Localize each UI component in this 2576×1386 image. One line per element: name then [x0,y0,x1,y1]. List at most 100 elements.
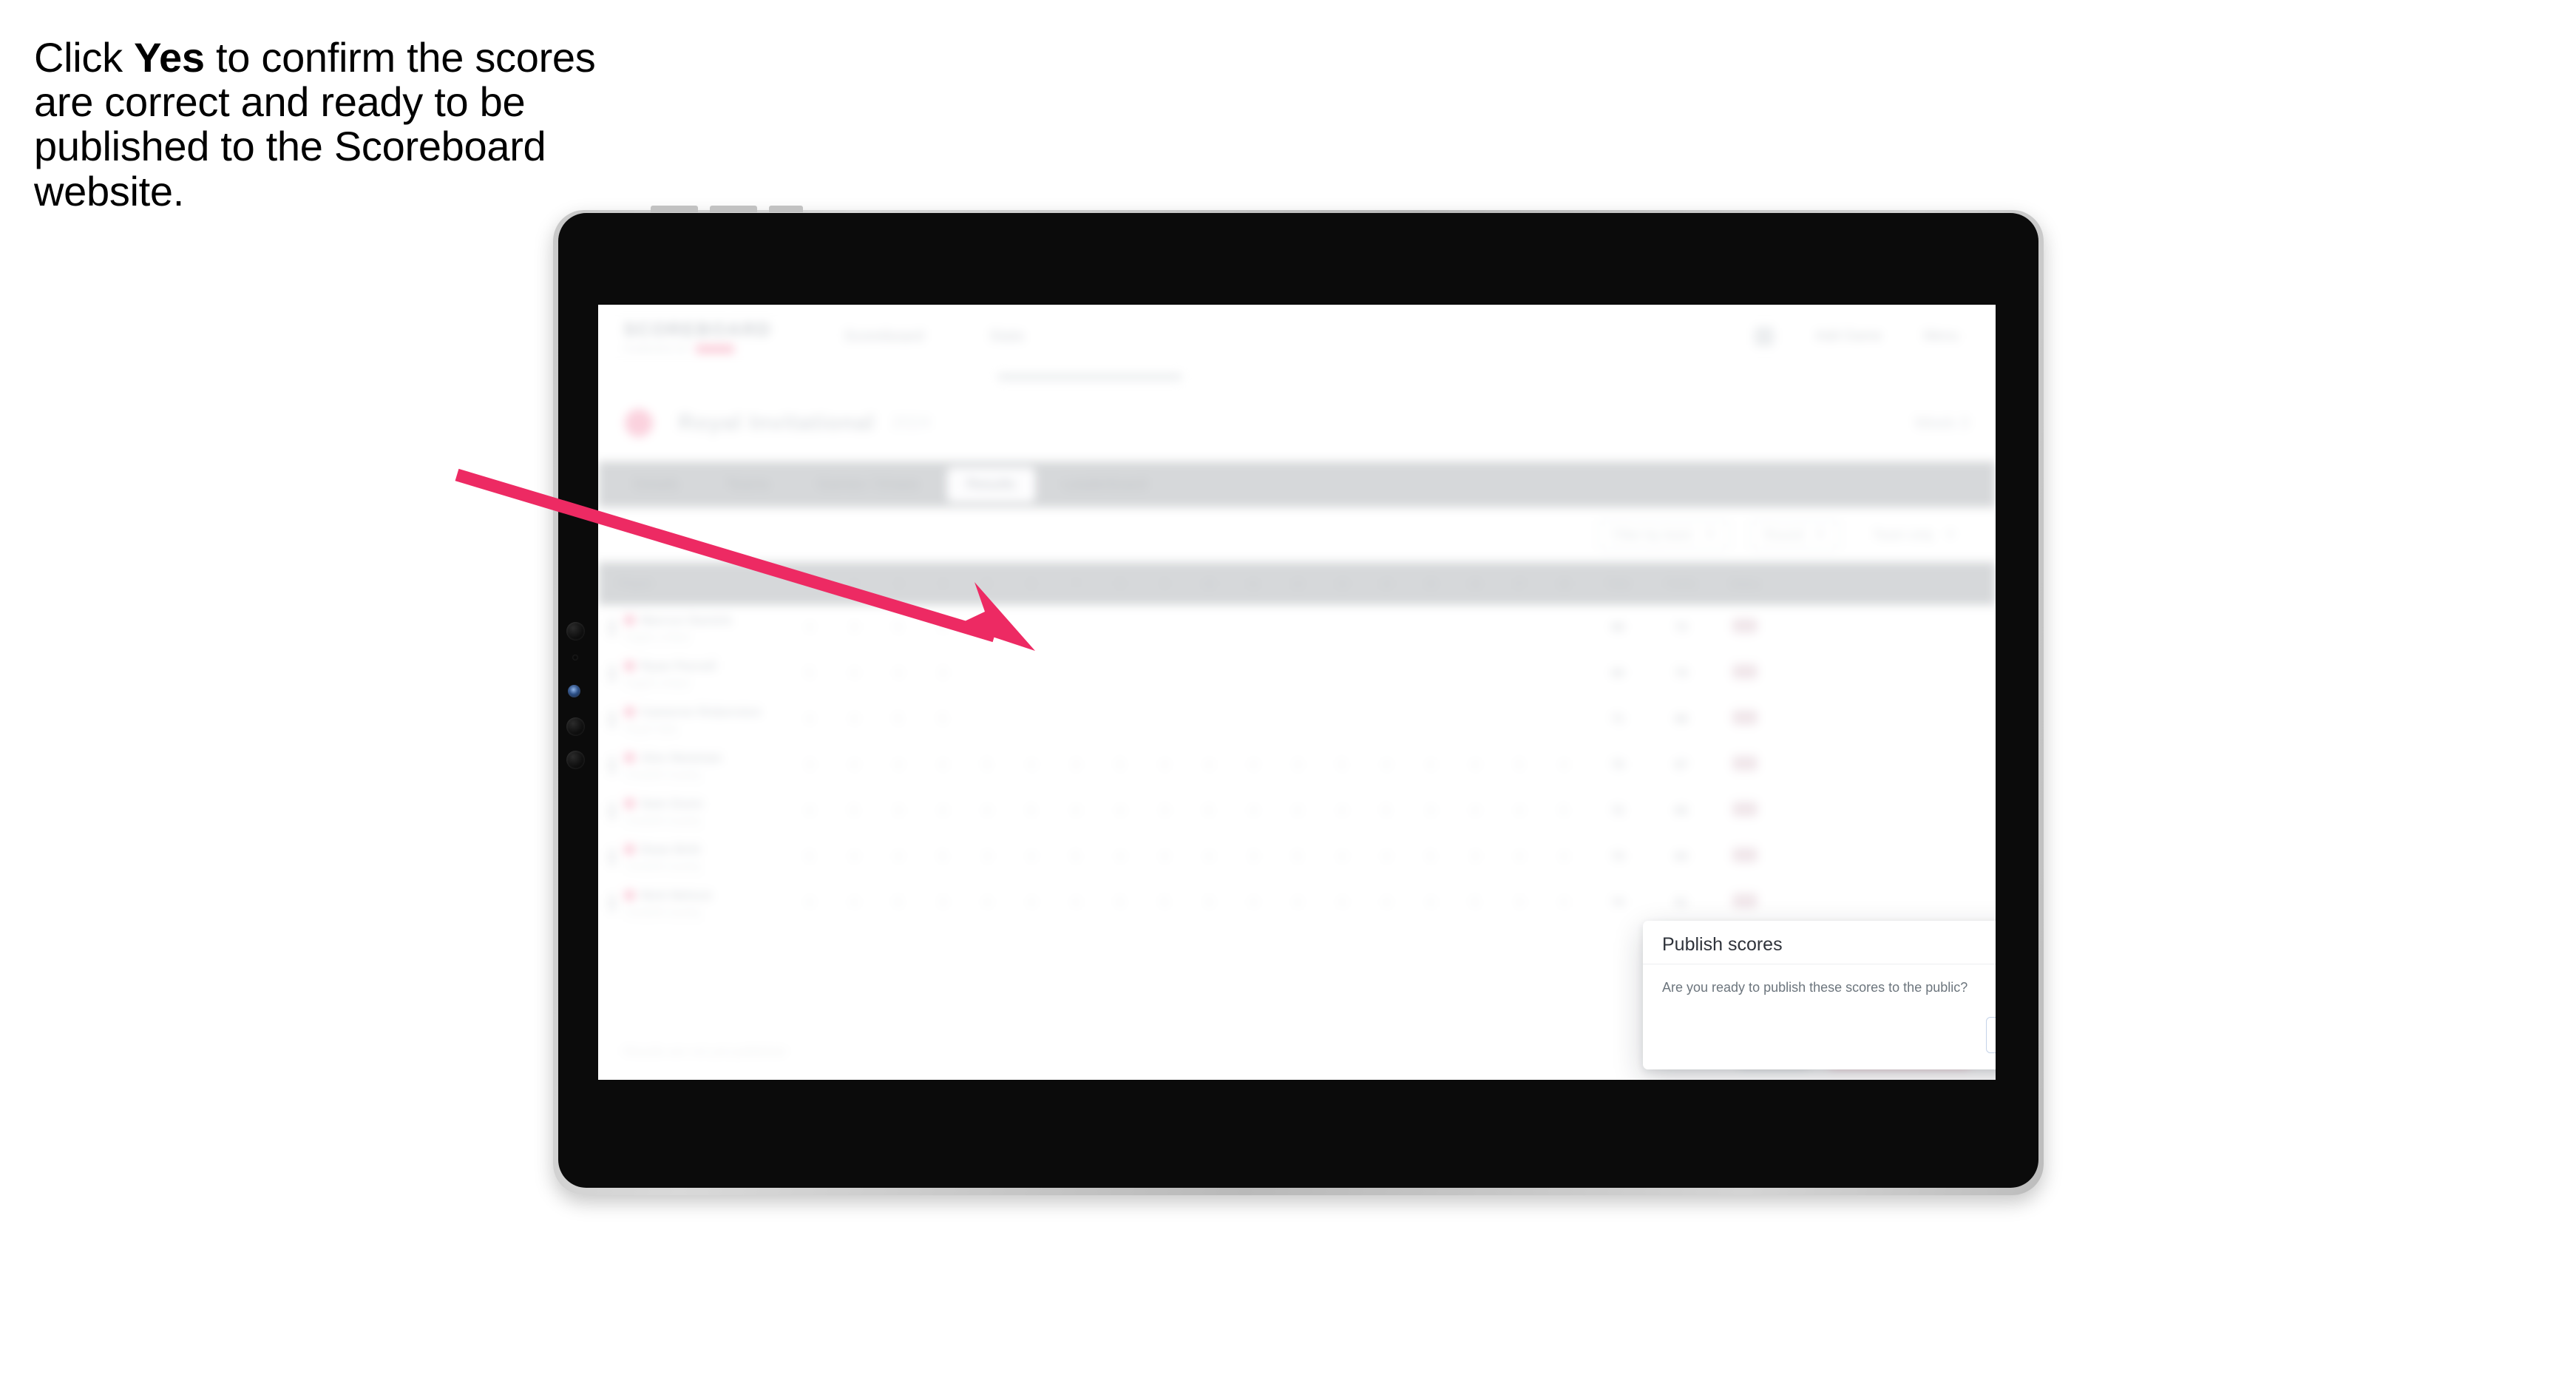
cell-score[interactable]: 4 [1142,759,1187,772]
cell-score[interactable]: 4 [1320,805,1364,818]
cell-score[interactable]: 3 [1231,851,1275,864]
cell-score[interactable]: 5 [1187,805,1231,818]
table-row[interactable]: Marcus Daniels Eagles United 4 3 5 4 68 72 [598,605,1996,651]
tab-leaderboard[interactable]: Leaderboard [1044,467,1166,502]
filter-teamonly-toggle[interactable]: Team only [1860,520,1969,550]
cell-score[interactable]: 4 [1187,759,1231,772]
table-row[interactable]: Cameron Roberston Royal Oaks 4 4 5 5 71 68 [598,697,1996,743]
cell-score[interactable]: 4 [965,805,1009,818]
cancel-button[interactable]: Cancel [1985,1017,1996,1053]
cell-score[interactable]: 3 [832,621,876,635]
table-row[interactable]: Ryan Parnell Eagles United 5 4 4 3 69 70 [598,651,1996,697]
cell-score[interactable]: 4 [1231,805,1275,818]
cell-score[interactable]: 4 [1009,896,1054,910]
nav-item-scoreboard[interactable]: Scoreboard [844,328,924,345]
cell-score[interactable]: 4 [965,896,1009,910]
cell-score[interactable]: 5 [1409,851,1453,864]
cell-score[interactable]: 5 [1542,805,1586,818]
cell-score[interactable]: 4 [1275,896,1320,910]
cell-score[interactable]: 5 [787,851,832,864]
cell-score[interactable]: 3 [921,896,965,910]
cell-score[interactable]: 4 [876,851,921,864]
drag-handle-icon[interactable] [609,848,616,866]
drag-handle-icon[interactable] [609,893,616,912]
cell-score[interactable]: 4 [1231,896,1275,910]
cell-score[interactable]: 4 [1142,851,1187,864]
cell-score[interactable]: 5 [1054,851,1098,864]
cell-score[interactable]: 4 [787,896,832,910]
cell-score[interactable]: 3 [1142,805,1187,818]
cell-score[interactable]: 5 [1142,896,1187,910]
cell-score[interactable]: 5 [876,896,921,910]
cell-score[interactable]: 4 [787,621,832,635]
cell-score[interactable]: 4 [921,759,965,772]
table-row[interactable]: Dean Britt Cresthill Country 5 4 4 5 3 4 5 4 4 4 3 5 4… [598,834,1996,880]
cell-score[interactable]: 4 [1409,896,1453,910]
cell-score[interactable]: 4 [832,667,876,680]
cell-score[interactable]: 3 [876,805,921,818]
volume-up-button[interactable] [651,206,698,212]
cell-score[interactable]: 4 [1098,805,1142,818]
cell-score[interactable]: 5 [1497,759,1542,772]
cell-score[interactable]: 4 [1364,851,1409,864]
nav-item-stats[interactable]: Stats [989,328,1025,345]
volume-down-button[interactable] [710,206,757,212]
cell-score[interactable]: 5 [876,621,921,635]
cell-score[interactable]: 3 [1409,805,1453,818]
drag-handle-icon[interactable] [609,756,616,774]
cell-score[interactable]: 4 [1054,805,1098,818]
cell-score[interactable]: 4 [921,621,965,635]
cell-score[interactable]: 4 [787,713,832,726]
cell-score[interactable]: 4 [1275,805,1320,818]
cell-score[interactable]: 4 [832,851,876,864]
cell-score[interactable]: 4 [1542,851,1586,864]
cell-score[interactable]: 4 [1054,896,1098,910]
cell-score[interactable]: 4 [832,713,876,726]
cell-score[interactable]: 4 [1364,896,1409,910]
cell-score[interactable]: 4 [1497,851,1542,864]
cell-score[interactable]: 3 [965,851,1009,864]
app-logo[interactable]: SCOREBOARD POWERED BY [623,320,779,354]
cell-score[interactable]: 5 [921,851,965,864]
cell-score[interactable]: 4 [1542,896,1586,910]
filter-team-dropdown[interactable]: Filter by team [1597,520,1730,550]
header-add-game-link[interactable]: Add Game [1815,328,1882,345]
cell-score[interactable]: 5 [876,713,921,726]
cell-score[interactable]: 4 [1453,759,1497,772]
cell-score[interactable]: 3 [1453,851,1497,864]
tab-games-draws[interactable]: Games / Draws [798,467,938,502]
cell-score[interactable]: 5 [1009,805,1054,818]
cell-score[interactable]: 5 [921,713,965,726]
cell-score[interactable]: 4 [1098,851,1142,864]
tab-details[interactable]: Details [614,467,698,502]
cell-score[interactable]: 5 [1098,759,1142,772]
cell-score[interactable]: 5 [1453,896,1497,910]
cell-score[interactable]: 5 [787,667,832,680]
tab-results[interactable]: Results [946,467,1035,502]
cell-score[interactable]: 5 [1098,896,1142,910]
cell-score[interactable]: 4 [876,667,921,680]
cell-score[interactable]: 4 [1320,851,1364,864]
drag-handle-icon[interactable] [609,618,616,637]
table-row[interactable]: Nick Nelson Cresthill Country 4 4 5 3 4 4 4 5 5 3 4 4… [598,880,1996,926]
cell-score[interactable]: 4 [1009,759,1054,772]
cell-score[interactable]: 4 [1409,759,1453,772]
table-row[interactable]: Alex Newman Cresthill Country 3 4 4 4 5 4 3 5 4 4 4 3… [598,743,1996,788]
cell-score[interactable]: 3 [787,759,832,772]
cell-score[interactable]: 4 [1364,759,1409,772]
bell-icon[interactable] [1754,327,1774,346]
cell-score[interactable]: 5 [1320,759,1364,772]
cell-score[interactable]: 3 [1275,759,1320,772]
cell-score[interactable]: 5 [965,759,1009,772]
cell-score[interactable]: 4 [1497,805,1542,818]
cell-score[interactable]: 4 [787,805,832,818]
power-button[interactable] [769,206,803,212]
tab-teams[interactable]: Teams [707,467,789,502]
header-menu-link[interactable]: Menu [1923,328,1959,345]
cell-score[interactable]: 5 [832,805,876,818]
drag-handle-icon[interactable] [609,802,616,820]
cell-score[interactable]: 3 [921,667,965,680]
cell-score[interactable]: 3 [1054,759,1098,772]
drag-handle-icon[interactable] [609,710,616,729]
cell-score[interactable]: 4 [921,805,965,818]
